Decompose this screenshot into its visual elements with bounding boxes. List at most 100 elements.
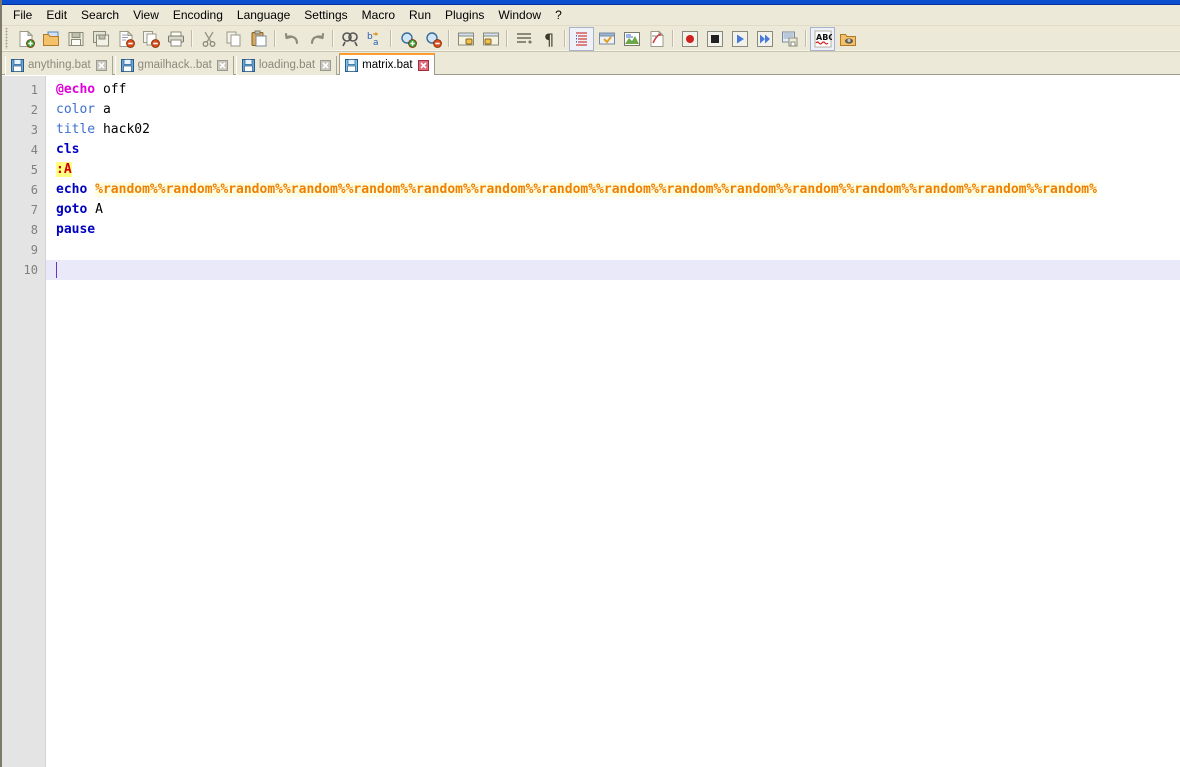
run-macro-multi-icon bbox=[756, 30, 774, 48]
menu-plugins[interactable]: Plugins bbox=[438, 6, 491, 24]
tab-close-icon[interactable] bbox=[216, 60, 228, 71]
save-macro-icon bbox=[781, 30, 799, 48]
save-button[interactable] bbox=[63, 27, 88, 51]
run-macro-multi-button[interactable] bbox=[752, 27, 777, 51]
replace-button[interactable]: ba bbox=[362, 27, 387, 51]
copy-icon bbox=[225, 30, 243, 48]
show-all-chars-button[interactable]: ¶ bbox=[536, 27, 561, 51]
code-line[interactable] bbox=[46, 240, 1180, 260]
editor-area[interactable]: 1 2 3 4 5 6 7 8 9 10 @echo off color a title hack02… bbox=[2, 76, 1180, 767]
menu-macro[interactable]: Macro bbox=[355, 6, 402, 24]
line-number: 3 bbox=[30, 123, 38, 137]
save-all-button[interactable] bbox=[88, 27, 113, 51]
tab-close-icon[interactable] bbox=[95, 60, 107, 71]
code-line[interactable]: @echo off bbox=[46, 80, 1180, 100]
cut-icon bbox=[200, 30, 218, 48]
stop-macro-button[interactable] bbox=[702, 27, 727, 51]
toolbar-separator bbox=[332, 30, 334, 47]
document-tab-bar: anything.bat gmailhack..bat loading.bat mat… bbox=[2, 52, 1180, 75]
toolbar-separator bbox=[448, 30, 450, 47]
toolbar: ba ¶ ABC bbox=[2, 26, 1180, 52]
line-number: 9 bbox=[30, 243, 38, 257]
sync-vertical-button[interactable] bbox=[453, 27, 478, 51]
menu-help[interactable]: ? bbox=[548, 6, 569, 24]
notepad-plus-plus-window: File Edit Search View Encoding Language Settin… bbox=[0, 0, 1180, 767]
toolbar-separator bbox=[274, 30, 276, 47]
sync-horizontal-button[interactable] bbox=[478, 27, 503, 51]
zoom-in-icon bbox=[399, 30, 417, 48]
user-defined-icon bbox=[598, 30, 616, 48]
new-file-button[interactable] bbox=[13, 27, 38, 51]
zoom-out-button[interactable] bbox=[420, 27, 445, 51]
close-all-button[interactable] bbox=[138, 27, 163, 51]
code-line[interactable]: color a bbox=[46, 100, 1180, 120]
function-list-button[interactable] bbox=[644, 27, 669, 51]
menu-window[interactable]: Window bbox=[491, 6, 548, 24]
spell-check-button[interactable]: ABC bbox=[810, 26, 835, 51]
zoom-out-icon bbox=[424, 30, 442, 48]
tab-matrix-bat[interactable]: matrix.bat bbox=[339, 53, 435, 75]
copy-button[interactable] bbox=[221, 27, 246, 51]
doc-map-button[interactable] bbox=[619, 27, 644, 51]
undo-icon bbox=[283, 30, 301, 48]
close-file-button[interactable] bbox=[113, 27, 138, 51]
play-macro-button[interactable] bbox=[727, 27, 752, 51]
menu-bar: File Edit Search View Encoding Language Settin… bbox=[2, 5, 1180, 26]
code-line[interactable]: pause bbox=[46, 220, 1180, 240]
indent-guide-button[interactable] bbox=[569, 26, 594, 51]
save-all-icon bbox=[92, 30, 110, 48]
menu-settings[interactable]: Settings bbox=[297, 6, 354, 24]
tab-close-icon[interactable] bbox=[417, 59, 429, 71]
tab-loading-bat[interactable]: loading.bat bbox=[235, 56, 338, 75]
code-line[interactable] bbox=[46, 260, 1180, 280]
code-line[interactable]: :A bbox=[46, 160, 1180, 180]
code-token-plain: hack02 bbox=[95, 122, 150, 137]
code-token-plain: a bbox=[95, 102, 111, 117]
tab-close-icon[interactable] bbox=[320, 60, 332, 71]
code-line[interactable]: echo %random%%random%%random%%random%%ra… bbox=[46, 180, 1180, 200]
svg-text:a: a bbox=[373, 38, 379, 48]
close-file-icon bbox=[117, 29, 135, 48]
code-token-cmd: echo bbox=[56, 182, 88, 197]
menu-run[interactable]: Run bbox=[402, 6, 438, 24]
menu-view[interactable]: View bbox=[126, 6, 166, 24]
line-number: 7 bbox=[30, 203, 38, 217]
print-button[interactable] bbox=[163, 27, 188, 51]
redo-button[interactable] bbox=[304, 27, 329, 51]
paste-button[interactable] bbox=[246, 27, 271, 51]
toolbar-separator bbox=[805, 30, 807, 47]
tab-label: gmailhack..bat bbox=[137, 59, 212, 71]
close-all-icon bbox=[142, 30, 160, 48]
menu-file[interactable]: File bbox=[6, 6, 39, 24]
run-button[interactable] bbox=[835, 27, 860, 51]
code-token-cmd: goto bbox=[56, 202, 88, 217]
undo-button[interactable] bbox=[279, 27, 304, 51]
code-line[interactable]: cls bbox=[46, 140, 1180, 160]
toolbar-drag-grip[interactable] bbox=[4, 28, 11, 49]
find-button[interactable] bbox=[337, 27, 362, 51]
record-macro-button[interactable] bbox=[677, 27, 702, 51]
code-canvas[interactable]: @echo off color a title hack02 cls :A echo %r… bbox=[46, 76, 1180, 767]
cut-button[interactable] bbox=[196, 27, 221, 51]
save-macro-button[interactable] bbox=[777, 27, 802, 51]
open-file-button[interactable] bbox=[38, 27, 63, 51]
code-token-label: :A bbox=[56, 162, 72, 177]
code-line[interactable]: title hack02 bbox=[46, 120, 1180, 140]
line-number: 5 bbox=[30, 163, 38, 177]
menu-edit[interactable]: Edit bbox=[39, 6, 74, 24]
doc-map-icon bbox=[623, 30, 641, 48]
new-file-icon bbox=[17, 29, 35, 48]
word-wrap-button[interactable] bbox=[511, 27, 536, 51]
code-token-plain: A bbox=[87, 202, 103, 217]
menu-language[interactable]: Language bbox=[230, 6, 297, 24]
code-line[interactable]: goto A bbox=[46, 200, 1180, 220]
tab-gmailhack-bat[interactable]: gmailhack..bat bbox=[114, 56, 234, 75]
line-number: 8 bbox=[30, 223, 38, 237]
menu-search[interactable]: Search bbox=[74, 6, 126, 24]
tab-anything-bat[interactable]: anything.bat bbox=[5, 56, 113, 75]
user-defined-button[interactable] bbox=[594, 27, 619, 51]
menu-encoding[interactable]: Encoding bbox=[166, 6, 230, 24]
zoom-in-button[interactable] bbox=[395, 27, 420, 51]
play-macro-icon bbox=[731, 30, 749, 48]
line-number: 10 bbox=[23, 263, 38, 277]
